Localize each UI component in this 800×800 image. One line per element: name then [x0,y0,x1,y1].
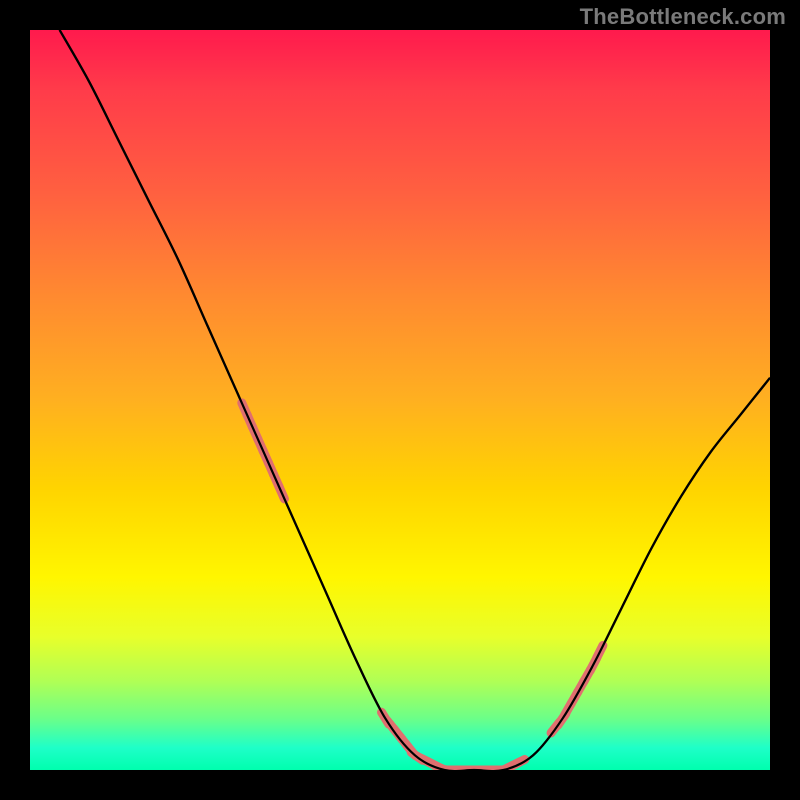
chart-frame: TheBottleneck.com [0,0,800,800]
bottleneck-chart [30,30,770,770]
bottleneck-curve [60,30,770,770]
highlight-segment [551,645,603,733]
watermark-text: TheBottleneck.com [580,4,786,30]
bottleneck-curve [60,30,770,770]
plot-area [30,30,770,770]
highlight-segment [382,712,436,765]
